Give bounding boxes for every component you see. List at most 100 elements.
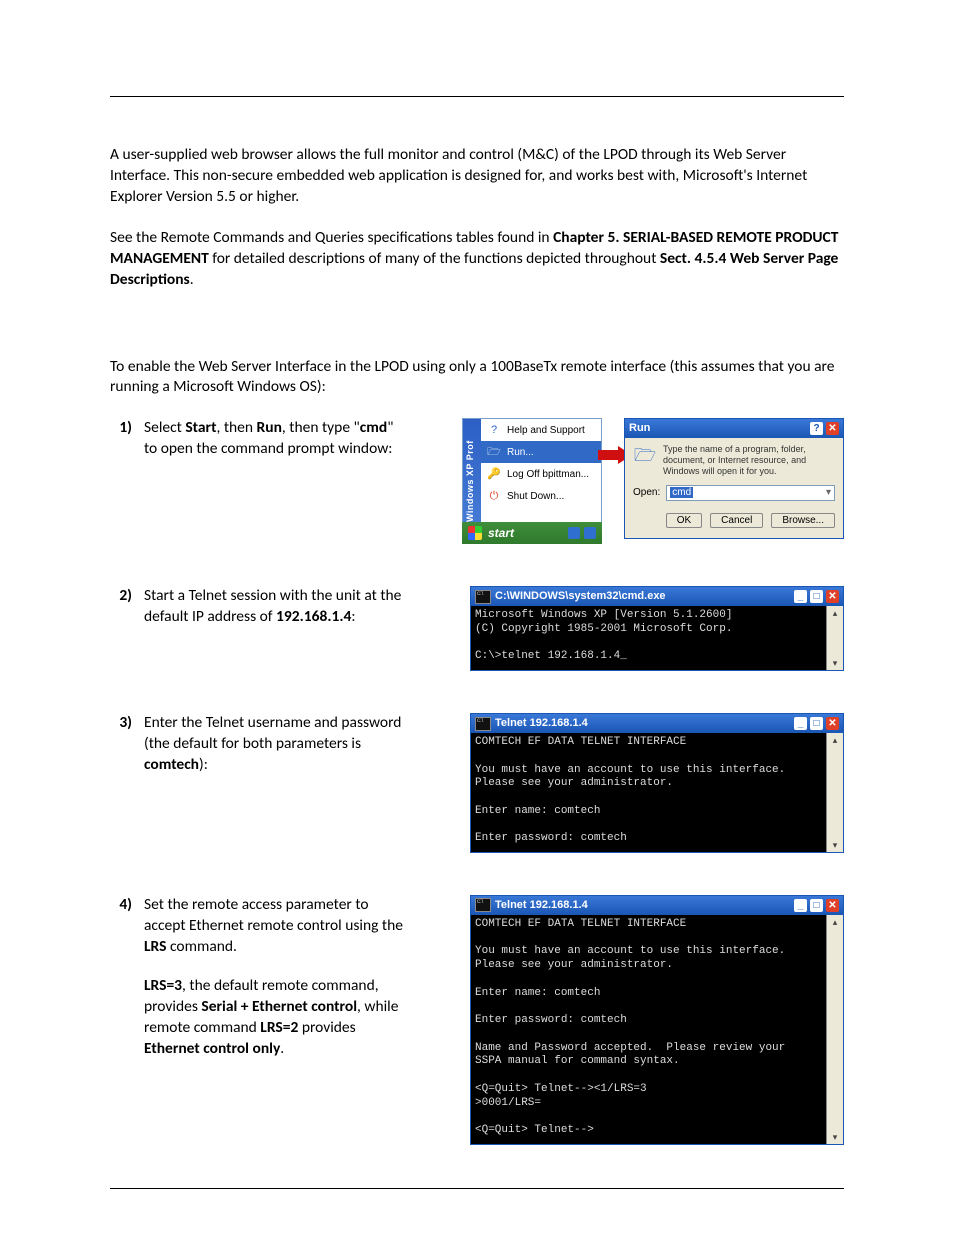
- t: Enter the Telnet username and password (…: [144, 713, 401, 753]
- t: , then: [216, 418, 256, 437]
- browse-button[interactable]: Browse...: [771, 513, 835, 528]
- step-text: Select Start, then Run, then type "cmd" …: [144, 418, 406, 478]
- cmd-title-text: C:\WINDOWS\system32\cmd.exe: [495, 589, 666, 604]
- close-button[interactable]: ✕: [826, 422, 839, 435]
- minimize-button[interactable]: _: [794, 899, 807, 912]
- logoff-icon: 🔑: [487, 467, 501, 481]
- cmd-icon: [475, 717, 491, 731]
- t: ):: [199, 755, 208, 774]
- scroll-up-icon[interactable]: ▴: [833, 915, 838, 929]
- intro-paragraph-1: A user-supplied web browser allows the f…: [110, 145, 844, 208]
- text: See the Remote Commands and Queries spec…: [110, 228, 553, 247]
- step-text: Enter the Telnet username and password (…: [144, 713, 406, 794]
- text: .: [190, 270, 194, 289]
- t: Ethernet control only: [144, 1039, 280, 1058]
- t: provides: [298, 1018, 355, 1037]
- text: for detailed descriptions of many of the…: [209, 249, 660, 268]
- start-item-shutdown[interactable]: ⏻ Shut Down...: [481, 485, 601, 507]
- help-icon: ?: [487, 423, 501, 437]
- tray-icon[interactable]: [568, 527, 580, 539]
- close-button[interactable]: ✕: [826, 590, 839, 603]
- steps-list: 1) Select Start, then Run, then type "cm…: [110, 418, 844, 1145]
- tray-icon[interactable]: [584, 527, 596, 539]
- telnet-titlebar: Telnet 192.168.1.4 _ □ ✕: [471, 896, 843, 915]
- telnet-title-text: Telnet 192.168.1.4: [495, 716, 588, 731]
- minimize-button[interactable]: _: [794, 590, 807, 603]
- screenshot-start-and-run: Windows XP Prof ? Help and Support 🗁 Run…: [462, 418, 844, 544]
- close-button[interactable]: ✕: [826, 717, 839, 730]
- label: Log Off bpittman...: [507, 468, 589, 482]
- ok-button[interactable]: OK: [666, 513, 702, 528]
- screenshot-column: Windows XP Prof ? Help and Support 🗁 Run…: [418, 418, 844, 544]
- t: Set the remote access parameter to accep…: [144, 895, 403, 935]
- t: command.: [166, 937, 237, 956]
- scroll-up-icon[interactable]: ▴: [833, 606, 838, 620]
- minimize-button[interactable]: _: [794, 717, 807, 730]
- scroll-up-icon[interactable]: ▴: [833, 733, 838, 747]
- t: :: [351, 607, 355, 626]
- spacer: [110, 311, 844, 357]
- cmd-icon: [475, 590, 491, 604]
- scrollbar[interactable]: ▴ ▾: [826, 733, 843, 852]
- cmd-body[interactable]: Microsoft Windows XP [Version 5.1.2600] …: [471, 606, 826, 670]
- start-item-run[interactable]: 🗁 Run...: [481, 441, 601, 463]
- shutdown-icon: ⏻: [487, 489, 501, 503]
- cancel-button[interactable]: Cancel: [710, 513, 763, 528]
- run-open-value: cmd: [670, 487, 693, 498]
- windows-flag-icon: [468, 526, 482, 540]
- step-3: 3) Enter the Telnet username and passwor…: [110, 713, 844, 853]
- label: Help and Support: [507, 424, 585, 438]
- telnet-window-lrs: Telnet 192.168.1.4 _ □ ✕ COMTECH EF DATA…: [470, 895, 844, 1145]
- run-title-text: Run: [629, 421, 650, 436]
- top-rule: [110, 96, 844, 97]
- scrollbar[interactable]: ▴ ▾: [826, 606, 843, 670]
- label: Run...: [507, 446, 534, 460]
- maximize-button[interactable]: □: [810, 717, 823, 730]
- t: Start a Telnet session with the unit at …: [144, 586, 401, 626]
- scrollbar[interactable]: ▴ ▾: [826, 915, 843, 1144]
- scroll-down-icon[interactable]: ▾: [833, 838, 838, 852]
- start-item-help[interactable]: ? Help and Support: [481, 419, 601, 441]
- step-number: 4): [110, 895, 132, 916]
- t: Start: [185, 418, 216, 437]
- t: Serial + Ethernet control: [201, 997, 357, 1016]
- run-open-input[interactable]: cmd ▾: [666, 485, 835, 501]
- start-item-logoff[interactable]: 🔑 Log Off bpittman...: [481, 463, 601, 485]
- telnet-titlebar: Telnet 192.168.1.4 _ □ ✕: [471, 714, 843, 733]
- close-button[interactable]: ✕: [826, 899, 839, 912]
- scroll-down-icon[interactable]: ▾: [833, 1130, 838, 1144]
- run-icon: 🗁: [487, 445, 501, 459]
- cmd-titlebar: C:\WINDOWS\system32\cmd.exe _ □ ✕: [471, 587, 843, 606]
- label: Shut Down...: [507, 490, 564, 504]
- step-text: Start a Telnet session with the unit at …: [144, 586, 406, 646]
- taskbar-start[interactable]: start: [462, 522, 602, 544]
- telnet-body[interactable]: COMTECH EF DATA TELNET INTERFACE You mus…: [471, 915, 826, 1144]
- bottom-rule: [110, 1188, 844, 1189]
- step-2: 2) Start a Telnet session with the unit …: [110, 586, 844, 671]
- document-page: A user-supplied web browser allows the f…: [0, 0, 954, 1235]
- step-number: 3): [110, 713, 132, 734]
- step-4: 4) Set the remote access parameter to ac…: [110, 895, 844, 1145]
- t: cmd: [360, 418, 387, 437]
- run-dialog-body: 🗁 Type the name of a program, folder, do…: [625, 438, 843, 537]
- tray-icons: [568, 527, 596, 539]
- intro-paragraph-2: See the Remote Commands and Queries spec…: [110, 228, 844, 291]
- t: LRS=2: [260, 1018, 298, 1037]
- t: Run: [257, 418, 282, 437]
- scroll-down-icon[interactable]: ▾: [833, 656, 838, 670]
- t: LRS=3: [144, 976, 182, 995]
- step-number: 1): [110, 418, 132, 439]
- t: 192.168.1.4: [276, 607, 351, 626]
- step-text: Set the remote access parameter to accep…: [144, 895, 406, 1077]
- t: comtech: [144, 755, 199, 774]
- intro-paragraph-3: To enable the Web Server Interface in th…: [110, 357, 844, 399]
- maximize-button[interactable]: □: [810, 590, 823, 603]
- dropdown-icon[interactable]: ▾: [826, 486, 831, 500]
- t: Select: [144, 418, 185, 437]
- t: LRS: [144, 937, 166, 956]
- run-description: Type the name of a program, folder, docu…: [663, 444, 835, 476]
- telnet-body[interactable]: COMTECH EF DATA TELNET INTERFACE You mus…: [471, 733, 826, 852]
- help-button[interactable]: ?: [810, 422, 823, 435]
- step-number: 2): [110, 586, 132, 607]
- maximize-button[interactable]: □: [810, 899, 823, 912]
